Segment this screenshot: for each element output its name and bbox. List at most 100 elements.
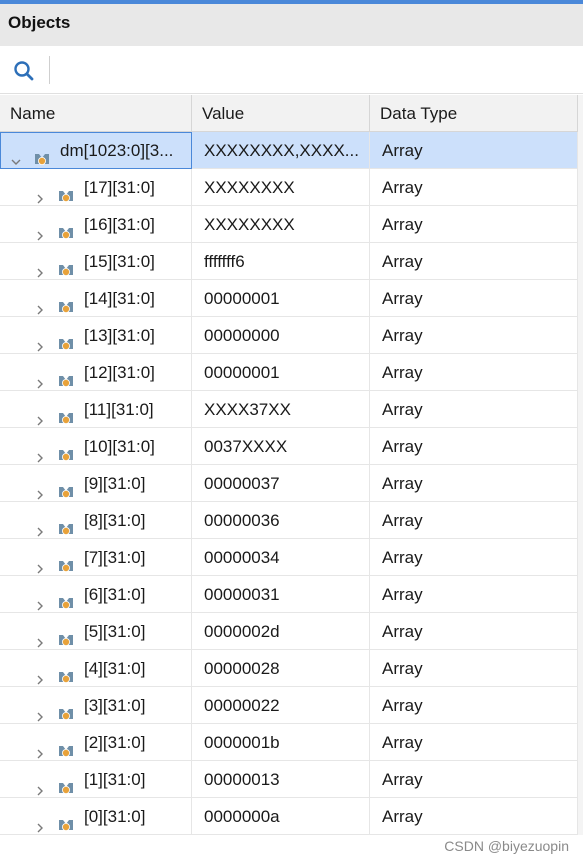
watermark: CSDN @biyezuopin bbox=[444, 838, 569, 854]
chevron-right-icon[interactable] bbox=[34, 477, 46, 500]
chevron-right-icon[interactable] bbox=[34, 181, 46, 204]
panel-title: Objects bbox=[8, 13, 71, 32]
toolbar-separator bbox=[49, 56, 50, 84]
row-name-label: [9][31:0] bbox=[84, 474, 146, 493]
table-row[interactable]: [1][31:0] 00000013 Array bbox=[0, 761, 583, 798]
row-value-cell: 00000001 bbox=[192, 354, 370, 391]
chevron-right-icon[interactable] bbox=[34, 514, 46, 537]
table-row[interactable]: [15][31:0] fffffff6 Array bbox=[0, 243, 583, 280]
row-name-cell: [10][31:0] bbox=[0, 428, 192, 465]
row-value-cell: XXXXXXXX bbox=[192, 206, 370, 243]
table-body: dm[1023:0][3... XXXXXXXX,XXXX... Array [17]… bbox=[0, 132, 583, 835]
array-object-icon bbox=[58, 217, 74, 239]
chevron-right-icon[interactable] bbox=[34, 810, 46, 833]
row-name-cell: [15][31:0] bbox=[0, 243, 192, 280]
row-name-label: [11][31:0] bbox=[84, 400, 154, 419]
row-name-label: [14][31:0] bbox=[84, 289, 155, 308]
row-name-label: [15][31:0] bbox=[84, 252, 155, 271]
chevron-right-icon[interactable] bbox=[34, 329, 46, 352]
row-name-cell: [14][31:0] bbox=[0, 280, 192, 317]
row-type-cell: Array bbox=[370, 391, 578, 428]
chevron-right-icon[interactable] bbox=[34, 551, 46, 574]
row-name-label: [12][31:0] bbox=[84, 363, 155, 382]
row-type-cell: Array bbox=[370, 132, 578, 169]
row-name-label: [1][31:0] bbox=[84, 770, 146, 789]
row-value-cell: 0000001b bbox=[192, 724, 370, 761]
chevron-right-icon[interactable] bbox=[34, 699, 46, 722]
chevron-right-icon[interactable] bbox=[34, 292, 46, 315]
chevron-right-icon[interactable] bbox=[34, 773, 46, 796]
table-row[interactable]: [17][31:0] XXXXXXXX Array bbox=[0, 169, 583, 206]
row-type-cell: Array bbox=[370, 539, 578, 576]
array-object-icon bbox=[58, 698, 74, 720]
chevron-right-icon[interactable] bbox=[34, 662, 46, 685]
vertical-scrollbar[interactable] bbox=[578, 95, 583, 835]
row-type-cell: Array bbox=[370, 206, 578, 243]
table-row[interactable]: [13][31:0] 00000000 Array bbox=[0, 317, 583, 354]
table-row[interactable]: [9][31:0] 00000037 Array bbox=[0, 465, 583, 502]
row-name-label: [0][31:0] bbox=[84, 807, 146, 826]
row-name-cell: [6][31:0] bbox=[0, 576, 192, 613]
array-object-icon bbox=[58, 735, 74, 757]
chevron-right-icon[interactable] bbox=[34, 366, 46, 389]
array-object-icon bbox=[58, 254, 74, 276]
column-header-value[interactable]: Value bbox=[192, 95, 370, 132]
row-value-cell: 00000036 bbox=[192, 502, 370, 539]
row-type-cell: Array bbox=[370, 280, 578, 317]
chevron-right-icon[interactable] bbox=[34, 255, 46, 278]
table-row[interactable]: [11][31:0] XXXX37XX Array bbox=[0, 391, 583, 428]
row-value-cell: 00000031 bbox=[192, 576, 370, 613]
array-object-icon bbox=[34, 143, 50, 165]
table-row[interactable]: [2][31:0] 0000001b Array bbox=[0, 724, 583, 761]
row-value-cell: fffffff6 bbox=[192, 243, 370, 280]
chevron-right-icon[interactable] bbox=[34, 625, 46, 648]
table-row[interactable]: [16][31:0] XXXXXXXX Array bbox=[0, 206, 583, 243]
table-row[interactable]: [6][31:0] 00000031 Array bbox=[0, 576, 583, 613]
chevron-down-icon[interactable] bbox=[10, 144, 22, 165]
array-object-icon bbox=[58, 291, 74, 313]
chevron-right-icon[interactable] bbox=[34, 588, 46, 611]
row-value-cell: XXXXXXXX bbox=[192, 169, 370, 206]
table-row[interactable]: [4][31:0] 00000028 Array bbox=[0, 650, 583, 687]
table-row[interactable]: [7][31:0] 00000034 Array bbox=[0, 539, 583, 576]
row-type-cell: Array bbox=[370, 613, 578, 650]
row-name-label: [4][31:0] bbox=[84, 659, 146, 678]
row-type-cell: Array bbox=[370, 650, 578, 687]
search-icon[interactable] bbox=[12, 59, 36, 83]
row-value-cell: XXXXXXXX,XXXX... bbox=[192, 132, 370, 169]
row-type-cell: Array bbox=[370, 502, 578, 539]
chevron-right-icon[interactable] bbox=[34, 403, 46, 426]
table-row[interactable]: [10][31:0] 0037XXXX Array bbox=[0, 428, 583, 465]
array-object-icon bbox=[58, 402, 74, 424]
row-value-cell: 00000028 bbox=[192, 650, 370, 687]
table-row[interactable]: [8][31:0] 00000036 Array bbox=[0, 502, 583, 539]
row-value-cell: 00000037 bbox=[192, 465, 370, 502]
column-header-data-type[interactable]: Data Type bbox=[370, 95, 578, 132]
row-name-label: [7][31:0] bbox=[84, 548, 146, 567]
chevron-right-icon[interactable] bbox=[34, 218, 46, 241]
row-value-cell: 0000002d bbox=[192, 613, 370, 650]
row-name-cell: [8][31:0] bbox=[0, 502, 192, 539]
chevron-right-icon[interactable] bbox=[34, 440, 46, 463]
table-row[interactable]: [5][31:0] 0000002d Array bbox=[0, 613, 583, 650]
array-object-icon bbox=[58, 439, 74, 461]
row-name-label: [8][31:0] bbox=[84, 511, 146, 530]
row-name-cell: [7][31:0] bbox=[0, 539, 192, 576]
row-value-cell: 00000001 bbox=[192, 280, 370, 317]
table-row[interactable]: [3][31:0] 00000022 Array bbox=[0, 687, 583, 724]
row-value-cell: 00000013 bbox=[192, 761, 370, 798]
panel-titlebar: Objects bbox=[0, 4, 583, 46]
array-object-icon bbox=[58, 513, 74, 535]
table-row[interactable]: [12][31:0] 00000001 Array bbox=[0, 354, 583, 391]
row-name-cell: [12][31:0] bbox=[0, 354, 192, 391]
row-name-cell: [2][31:0] bbox=[0, 724, 192, 761]
row-type-cell: Array bbox=[370, 687, 578, 724]
table-header: Name Value Data Type bbox=[0, 95, 583, 132]
column-header-name[interactable]: Name bbox=[0, 95, 192, 132]
array-object-icon bbox=[58, 772, 74, 794]
table-row[interactable]: [0][31:0] 0000000a Array bbox=[0, 798, 583, 835]
array-object-icon bbox=[58, 476, 74, 498]
table-row[interactable]: [14][31:0] 00000001 Array bbox=[0, 280, 583, 317]
table-row[interactable]: dm[1023:0][3... XXXXXXXX,XXXX... Array bbox=[0, 132, 583, 169]
chevron-right-icon[interactable] bbox=[34, 736, 46, 759]
